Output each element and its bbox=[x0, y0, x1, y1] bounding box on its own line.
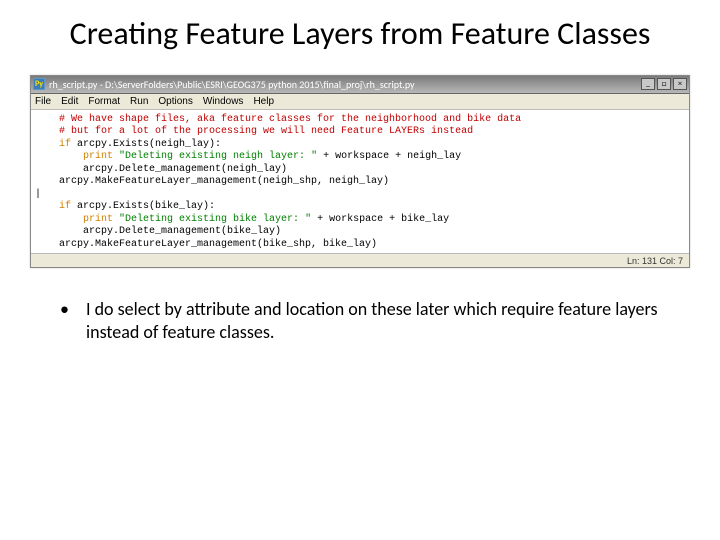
code-line-5: arcpy.Delete_management(neigh_lay) bbox=[59, 164, 287, 175]
bullet-dot-icon: • bbox=[60, 298, 86, 343]
code-line-10: arcpy.Delete_management(bike_lay) bbox=[59, 226, 281, 237]
menu-windows[interactable]: Windows bbox=[203, 96, 244, 107]
code-line-8: arcpy.Exists(bike_lay): bbox=[71, 201, 215, 212]
code-string-2: "Deleting existing bike layer: " bbox=[113, 214, 311, 225]
close-button[interactable]: × bbox=[673, 78, 687, 90]
titlebar: Py rh_script.py - D:\ServerFolders\Publi… bbox=[31, 76, 689, 94]
code-comment-2: # but for a lot of the processing we wil… bbox=[59, 126, 473, 137]
code-if-2: if bbox=[59, 201, 71, 212]
ide-window: Py rh_script.py - D:\ServerFolders\Publi… bbox=[30, 75, 690, 269]
menubar: File Edit Format Run Options Windows Hel… bbox=[31, 94, 689, 110]
window-controls: _ □ × bbox=[641, 78, 687, 90]
python-idle-icon: Py bbox=[33, 78, 45, 90]
maximize-button[interactable]: □ bbox=[657, 78, 671, 90]
bullet-text: I do select by attribute and location on… bbox=[86, 298, 660, 343]
menu-format[interactable]: Format bbox=[88, 96, 120, 107]
slide-title: Creating Feature Layers from Feature Cla… bbox=[0, 0, 720, 61]
code-line-4b: + workspace + neigh_lay bbox=[317, 151, 461, 162]
minimize-button[interactable]: _ bbox=[641, 78, 655, 90]
menu-run[interactable]: Run bbox=[130, 96, 148, 107]
code-if-1: if bbox=[59, 139, 71, 150]
code-string-1: "Deleting existing neigh layer: " bbox=[113, 151, 317, 162]
menu-edit[interactable]: Edit bbox=[61, 96, 78, 107]
menu-file[interactable]: File bbox=[35, 96, 51, 107]
menu-help[interactable]: Help bbox=[253, 96, 274, 107]
code-editor[interactable]: # We have shape files, aka feature class… bbox=[31, 110, 689, 254]
code-comment-1: # We have shape files, aka feature class… bbox=[59, 114, 521, 125]
cursor-position: Ln: 131 Col: 7 bbox=[627, 256, 683, 266]
statusbar: Ln: 131 Col: 7 bbox=[31, 253, 689, 267]
bullet-list: • I do select by attribute and location … bbox=[60, 298, 660, 343]
code-print-1: print bbox=[83, 151, 113, 162]
menu-options[interactable]: Options bbox=[158, 96, 192, 107]
code-line-6: arcpy.MakeFeatureLayer_management(neigh_… bbox=[59, 176, 389, 187]
window-title-text: rh_script.py - D:\ServerFolders\Public\E… bbox=[49, 78, 641, 91]
code-line-11: arcpy.MakeFeatureLayer_management(bike_s… bbox=[59, 239, 377, 250]
text-caret: | bbox=[35, 189, 683, 202]
code-line-3: arcpy.Exists(neigh_lay): bbox=[71, 139, 221, 150]
code-line-9b: + workspace + bike_lay bbox=[311, 214, 449, 225]
code-print-2: print bbox=[83, 214, 113, 225]
